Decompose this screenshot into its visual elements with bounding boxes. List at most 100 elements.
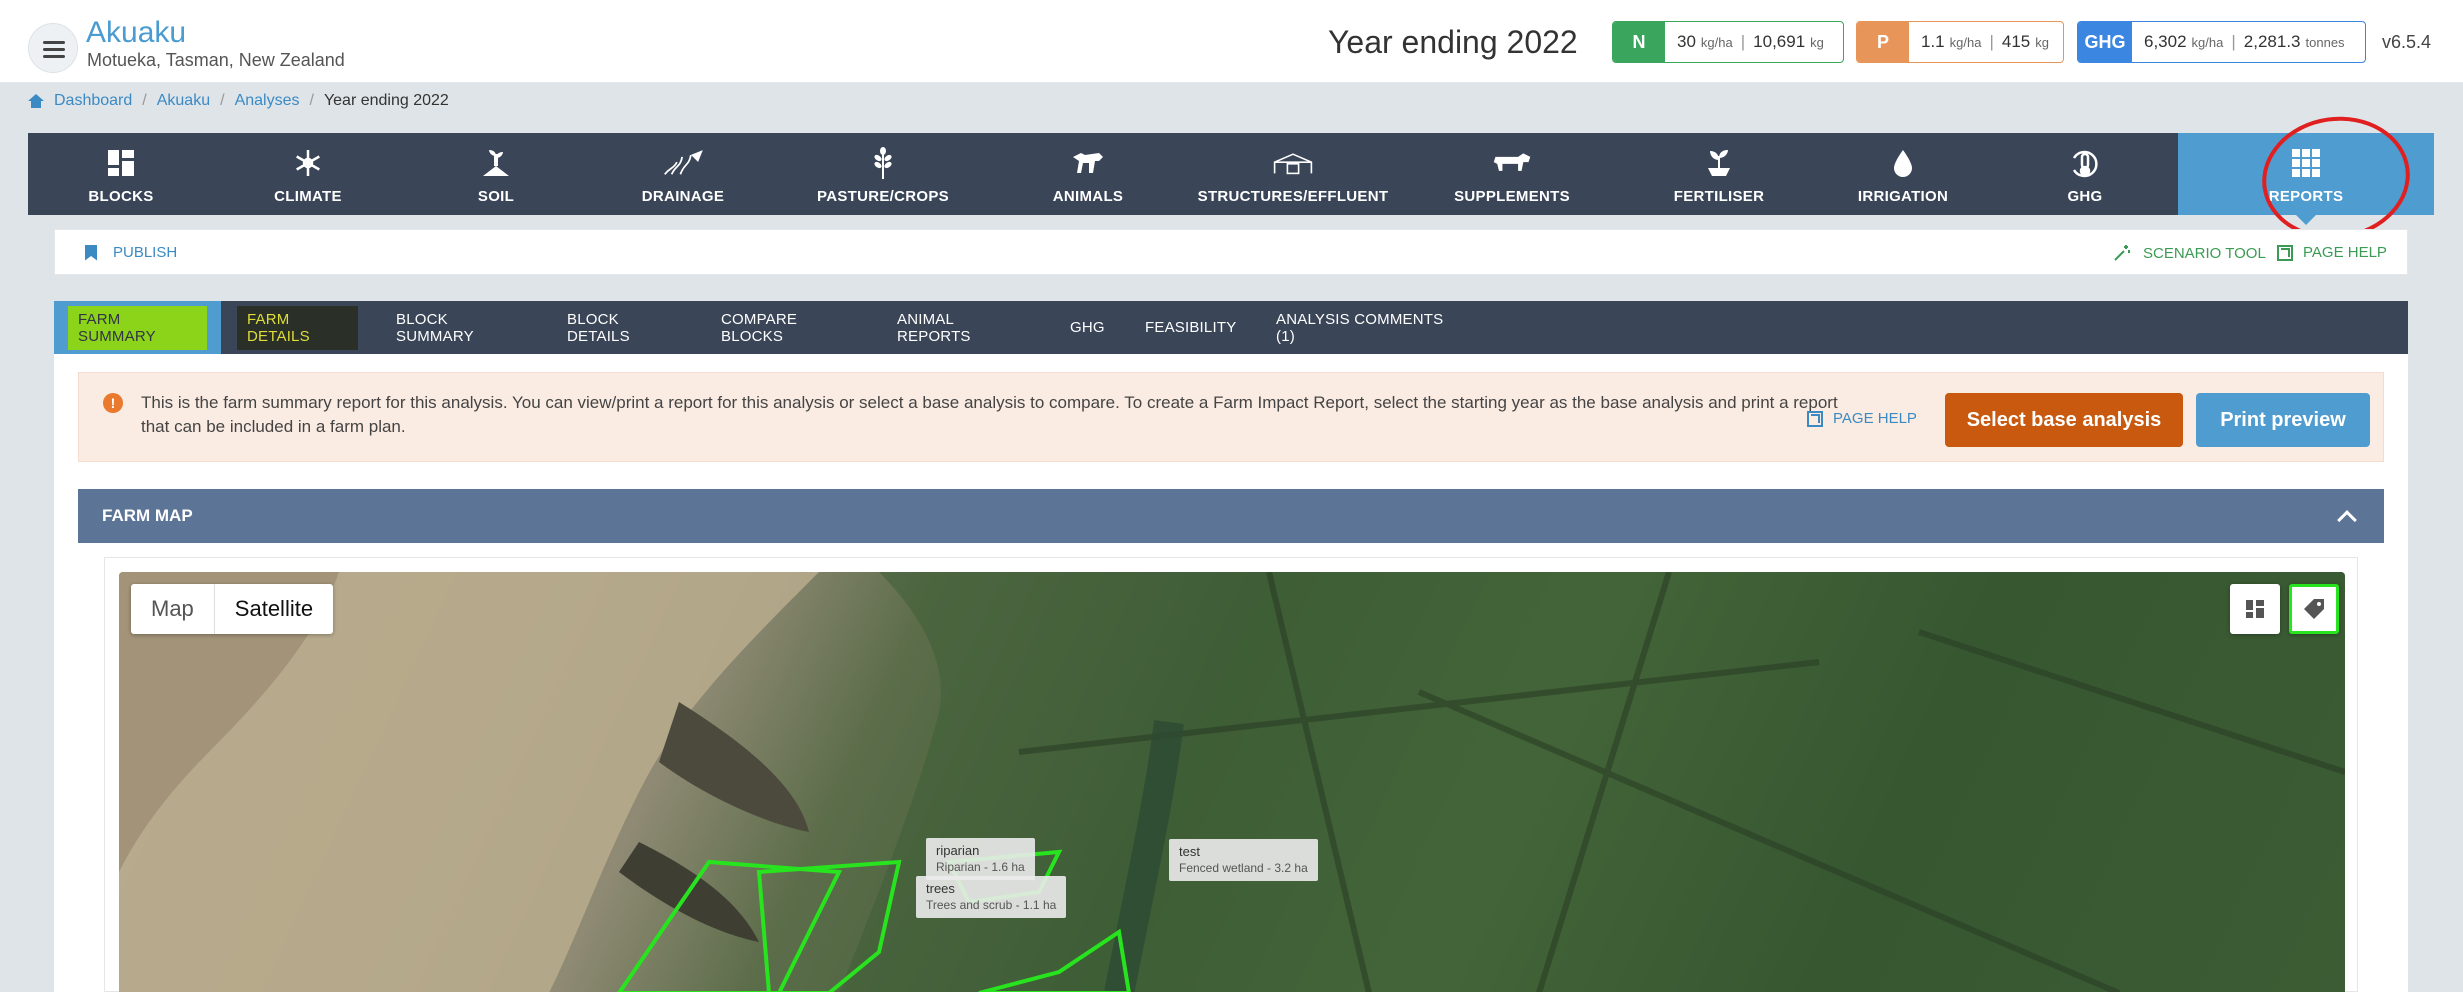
report-tabs: FARM SUMMARY FARM DETAILS BLOCK SUMMARY … bbox=[54, 301, 2408, 363]
nav-label: SUPPLEMENTS bbox=[1454, 188, 1570, 205]
print-preview-button[interactable]: Print preview bbox=[2196, 393, 2370, 447]
nav-label: SOIL bbox=[477, 188, 515, 205]
ghg-tag: GHG bbox=[2078, 22, 2132, 62]
chevron-up-icon[interactable] bbox=[2337, 510, 2357, 530]
tab-label: FEASIBILITY bbox=[1145, 319, 1237, 336]
tab-block-details[interactable]: BLOCK DETAILS bbox=[543, 301, 697, 354]
tab-label: FARM SUMMARY bbox=[68, 305, 207, 350]
nav-label: ANIMALS bbox=[1052, 188, 1124, 205]
blocks-icon bbox=[101, 146, 141, 180]
phosphorus-tag: P bbox=[1857, 22, 1909, 62]
map-block-label-riparian[interactable]: riparian Riparian - 1.6 ha bbox=[926, 838, 1035, 880]
tab-label: ANALYSIS COMMENTS (1) bbox=[1276, 310, 1444, 345]
nitrogen-total: 10,691 bbox=[1753, 32, 1806, 51]
nav-label: CLIMATE bbox=[274, 188, 342, 205]
tab-label: BLOCK SUMMARY bbox=[396, 310, 474, 345]
satellite-map[interactable]: Map Satellite riparian Riparian - 1.6 ha… bbox=[119, 572, 2345, 992]
farm-location: Motueka, Tasman, New Zealand bbox=[87, 50, 345, 70]
nav-animals[interactable]: ANIMALS bbox=[990, 133, 1186, 215]
nav-climate[interactable]: CLIMATE bbox=[214, 133, 402, 215]
breadcrumb-separator: / bbox=[142, 92, 147, 109]
ghg-total: 2,281.3 bbox=[2243, 32, 2301, 51]
nav-drainage[interactable]: DRAINAGE bbox=[590, 133, 776, 215]
phosphorus-rate-unit: kg/ha bbox=[1949, 34, 1982, 50]
breadcrumb-current: Year ending 2022 bbox=[323, 92, 449, 109]
external-link-icon bbox=[1807, 410, 1823, 427]
tab-label: COMPARE BLOCKS bbox=[721, 310, 798, 345]
block-name: trees bbox=[926, 881, 955, 896]
app-header: Akuaku Motueka, Tasman, New Zealand Year… bbox=[0, 0, 2463, 83]
select-base-analysis-button[interactable]: Select base analysis bbox=[1945, 393, 2183, 447]
breadcrumb-farm[interactable]: Akuaku bbox=[157, 92, 210, 110]
menu-button[interactable] bbox=[28, 23, 78, 73]
nav-irrigation[interactable]: IRRIGATION bbox=[1814, 133, 1992, 215]
tab-farm-details[interactable]: FARM DETAILS bbox=[221, 301, 372, 354]
drainage-icon bbox=[663, 146, 703, 180]
snowflake-icon bbox=[288, 146, 328, 180]
breadcrumb-dashboard[interactable]: Dashboard bbox=[54, 92, 132, 110]
nav-fertiliser[interactable]: FERTILISER bbox=[1624, 133, 1814, 215]
nav-label: DRAINAGE bbox=[641, 188, 725, 205]
nitrogen-rate: 30 bbox=[1677, 32, 1696, 51]
farm-name[interactable]: Akuaku bbox=[86, 16, 186, 50]
nav-label: STRUCTURES/EFFLUENT bbox=[1197, 188, 1389, 205]
tab-feasibility[interactable]: FEASIBILITY bbox=[1121, 301, 1252, 354]
nav-structures-effluent[interactable]: STRUCTURES/EFFLUENT bbox=[1186, 133, 1400, 215]
nav-ghg[interactable]: GHG bbox=[1992, 133, 2178, 215]
tab-label: FARM DETAILS bbox=[237, 305, 358, 350]
map-labels-toggle[interactable] bbox=[2289, 584, 2339, 634]
exclamation-icon: ! bbox=[103, 393, 123, 413]
tab-label: GHG bbox=[1070, 319, 1105, 336]
home-icon bbox=[28, 94, 44, 108]
block-name: test bbox=[1179, 844, 1200, 859]
nav-label: IRRIGATION bbox=[1857, 188, 1949, 205]
page-help-button[interactable]: PAGE HELP bbox=[2277, 244, 2387, 261]
nav-pasture-crops[interactable]: PASTURE/CROPS bbox=[776, 133, 990, 215]
scenario-tool-button[interactable]: SCENARIO TOOL bbox=[2113, 244, 2266, 262]
wheat-icon bbox=[863, 146, 903, 180]
tab-compare-blocks[interactable]: COMPARE BLOCKS bbox=[697, 301, 873, 354]
scenario-tool-label: SCENARIO TOOL bbox=[2143, 244, 2266, 262]
satellite-view-button[interactable]: Satellite bbox=[215, 584, 333, 634]
notice-page-help-link[interactable]: PAGE HELP bbox=[1807, 410, 1917, 427]
nav-blocks[interactable]: BLOCKS bbox=[28, 133, 214, 215]
farm-map-header[interactable]: FARM MAP bbox=[78, 489, 2384, 543]
breadcrumb-separator: / bbox=[309, 92, 314, 109]
block-detail: Riparian - 1.6 ha bbox=[936, 860, 1025, 874]
nav-label: REPORTS bbox=[2268, 188, 2344, 205]
nav-label: GHG bbox=[2067, 188, 2103, 205]
page-help-label: PAGE HELP bbox=[1833, 410, 1917, 427]
phosphorus-metric: P 1.1 kg/ha | 415 kg bbox=[1856, 21, 2064, 63]
map-block-label-test[interactable]: test Fenced wetland - 3.2 ha bbox=[1169, 839, 1318, 881]
main-nav: BLOCKS CLIMATE SOIL DRAINAGE PASTURE/CRO… bbox=[28, 133, 2434, 225]
breadcrumb: Dashboard / Akuaku / Analyses / Year end… bbox=[28, 92, 449, 110]
external-link-icon bbox=[2277, 244, 2293, 261]
tab-animal-reports[interactable]: ANIMAL REPORTS bbox=[873, 301, 1046, 354]
map-view-button[interactable]: Map bbox=[131, 584, 215, 634]
map-layers-button[interactable] bbox=[2230, 584, 2280, 634]
block-name: riparian bbox=[936, 843, 980, 858]
phosphorus-total: 415 bbox=[2001, 32, 2031, 51]
water-drop-icon bbox=[1883, 146, 1923, 180]
nav-supplements[interactable]: SUPPLEMENTS bbox=[1400, 133, 1624, 215]
year-title: Year ending 2022 bbox=[1328, 24, 1578, 60]
bookmark-icon bbox=[85, 244, 97, 261]
publish-button[interactable]: PUBLISH bbox=[85, 244, 177, 261]
tab-analysis-comments[interactable]: ANALYSIS COMMENTS (1) bbox=[1252, 301, 1472, 354]
cow-icon bbox=[1492, 146, 1532, 180]
breadcrumb-analyses[interactable]: Analyses bbox=[235, 92, 300, 110]
tab-label: ANIMAL REPORTS bbox=[897, 310, 971, 345]
tab-farm-summary[interactable]: FARM SUMMARY bbox=[54, 301, 221, 363]
ghg-rate-unit: kg/ha bbox=[2191, 34, 2224, 50]
ghg-rate: 6,302 bbox=[2144, 32, 2187, 51]
seedling-icon bbox=[1699, 146, 1739, 180]
nav-label: PASTURE/CROPS bbox=[817, 188, 949, 205]
map-block-label-trees[interactable]: trees Trees and scrub - 1.1 ha bbox=[916, 876, 1067, 918]
nav-reports[interactable]: REPORTS bbox=[2178, 133, 2434, 225]
tab-block-summary[interactable]: BLOCK SUMMARY bbox=[372, 301, 543, 354]
thermometer-icon bbox=[2065, 146, 2105, 180]
nav-soil[interactable]: SOIL bbox=[402, 133, 590, 215]
tag-icon bbox=[2304, 599, 2324, 619]
tab-ghg[interactable]: GHG bbox=[1046, 301, 1121, 354]
magic-wand-icon bbox=[2113, 244, 2131, 262]
